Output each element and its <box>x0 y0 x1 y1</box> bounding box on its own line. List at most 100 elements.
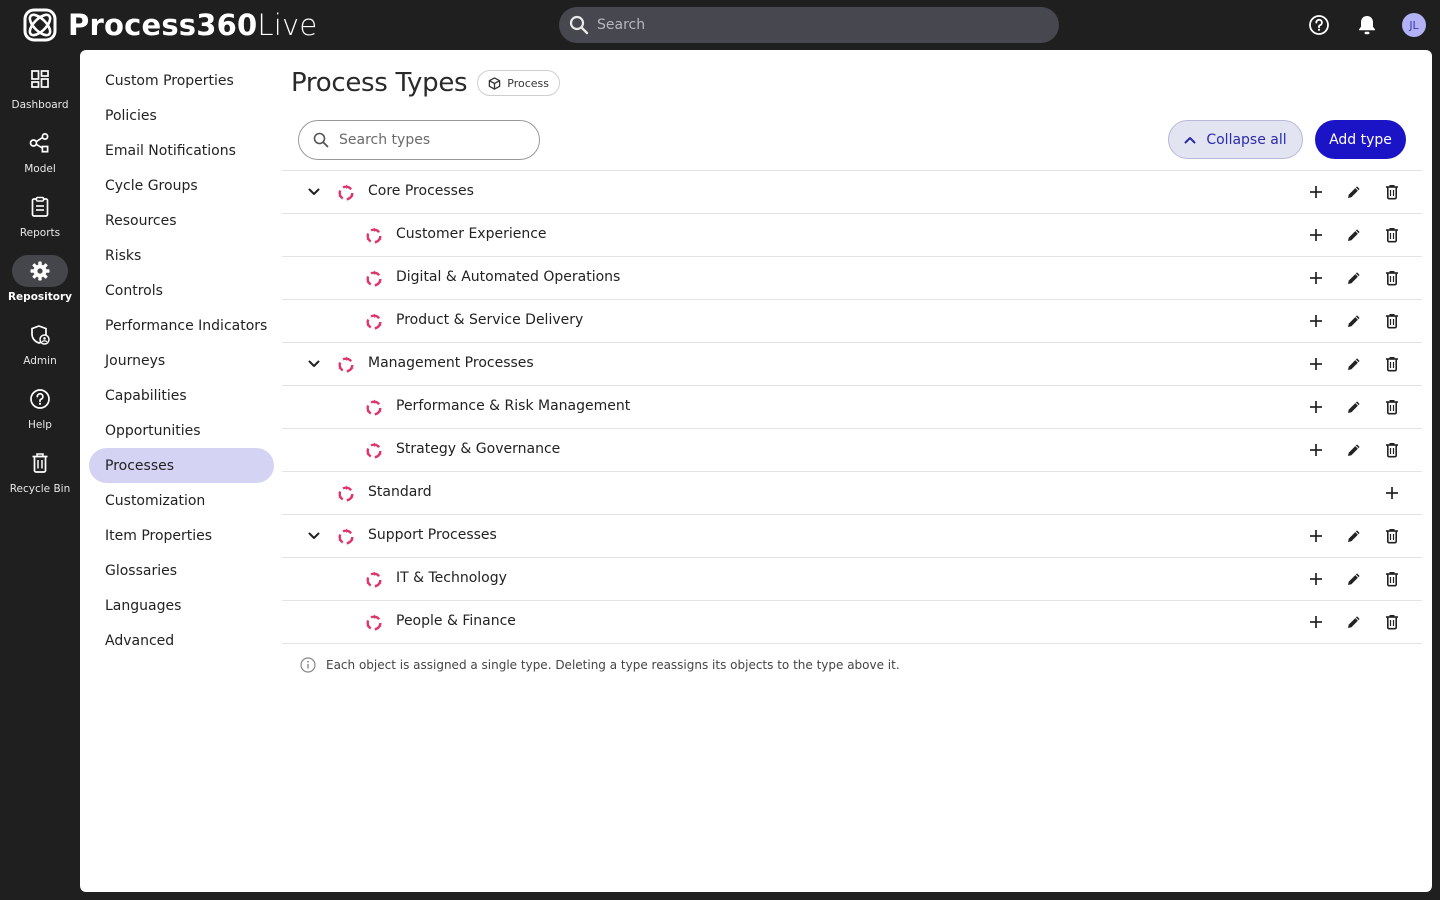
add-child-button[interactable] <box>1306 397 1326 417</box>
nav-item-risks[interactable]: Risks <box>89 238 274 273</box>
tree-row[interactable]: Performance & Risk Management <box>282 386 1422 429</box>
tree-row[interactable]: Standard <box>282 472 1422 515</box>
nav-item-languages[interactable]: Languages <box>89 588 274 623</box>
pencil-icon <box>1348 573 1360 585</box>
rail-item-reports[interactable]: Reports <box>0 191 80 251</box>
nav-item-policies[interactable]: Policies <box>89 98 274 133</box>
nav-item-advanced[interactable]: Advanced <box>89 623 274 658</box>
tree-row[interactable]: IT & Technology <box>282 558 1422 601</box>
app-logo[interactable]: Process360Live <box>22 7 317 43</box>
edit-button[interactable] <box>1344 268 1364 288</box>
type-search-input[interactable] <box>339 132 519 148</box>
user-avatar[interactable]: JL <box>1402 13 1426 37</box>
nav-item-performance-indicators[interactable]: Performance Indicators <box>89 308 274 343</box>
tree-row[interactable]: Core Processes <box>282 171 1422 214</box>
nav-item-email-notifications[interactable]: Email Notifications <box>89 133 274 168</box>
rail-item-admin[interactable]: Admin <box>0 319 80 379</box>
add-child-button[interactable] <box>1306 225 1326 245</box>
add-child-button[interactable] <box>1306 612 1326 632</box>
add-child-button[interactable] <box>1306 311 1326 331</box>
delete-button[interactable] <box>1382 268 1402 288</box>
plus-icon <box>1310 530 1322 542</box>
expand-toggle[interactable] <box>306 184 322 200</box>
tree-row[interactable]: Strategy & Governance <box>282 429 1422 472</box>
nav-item-cycle-groups[interactable]: Cycle Groups <box>89 168 274 203</box>
delete-button[interactable] <box>1382 397 1402 417</box>
nav-item-capabilities[interactable]: Capabilities <box>89 378 274 413</box>
collapse-all-button[interactable]: Collapse all <box>1168 120 1303 159</box>
add-child-button[interactable] <box>1306 268 1326 288</box>
add-child-button[interactable] <box>1306 440 1326 460</box>
nav-item-journeys[interactable]: Journeys <box>89 343 274 378</box>
global-search[interactable] <box>559 7 1059 43</box>
delete-button[interactable] <box>1382 354 1402 374</box>
add-type-button[interactable]: Add type <box>1315 120 1406 159</box>
add-child-button[interactable] <box>1306 526 1326 546</box>
nav-item-customization[interactable]: Customization <box>89 483 274 518</box>
rail-item-dashboard[interactable]: Dashboard <box>0 63 80 123</box>
trash-icon <box>1386 314 1398 329</box>
plus-icon <box>1310 358 1322 370</box>
trash-icon <box>1386 271 1398 286</box>
add-child-button[interactable] <box>1382 483 1402 503</box>
edit-button[interactable] <box>1344 182 1364 202</box>
type-search[interactable] <box>298 120 540 160</box>
trash-icon <box>1386 615 1398 630</box>
dashboard-icon <box>31 70 49 88</box>
type-label: Product & Service Delivery <box>396 312 584 328</box>
global-search-input[interactable] <box>597 17 1037 33</box>
delete-button[interactable] <box>1382 311 1402 331</box>
edit-button[interactable] <box>1344 569 1364 589</box>
rail-item-model[interactable]: Model <box>0 127 80 187</box>
nav-item-custom-properties[interactable]: Custom Properties <box>89 63 274 98</box>
nav-item-opportunities[interactable]: Opportunities <box>89 413 274 448</box>
object-type-chip: Process <box>477 70 560 96</box>
add-child-button[interactable] <box>1306 569 1326 589</box>
nav-item-processes[interactable]: Processes <box>89 448 274 483</box>
settings-nav: Custom Properties Policies Email Notific… <box>89 63 274 658</box>
tree-row[interactable]: People & Finance <box>282 601 1422 644</box>
delete-button[interactable] <box>1382 526 1402 546</box>
row-actions <box>1288 225 1402 245</box>
expand-toggle[interactable] <box>306 528 322 544</box>
model-icon <box>29 133 49 153</box>
process-type-icon <box>336 355 356 375</box>
edit-button[interactable] <box>1344 440 1364 460</box>
delete-button[interactable] <box>1382 440 1402 460</box>
rail-item-recycle-bin[interactable]: Recycle Bin <box>0 447 80 507</box>
tree-row[interactable]: Product & Service Delivery <box>282 300 1422 343</box>
delete-button[interactable] <box>1382 569 1402 589</box>
rail-item-repository[interactable]: Repository <box>0 255 80 315</box>
notifications-button[interactable] <box>1354 12 1380 38</box>
tree-row[interactable]: Support Processes <box>282 515 1422 558</box>
delete-button[interactable] <box>1382 225 1402 245</box>
tree-row[interactable]: Digital & Automated Operations <box>282 257 1422 300</box>
edit-button[interactable] <box>1344 526 1364 546</box>
expand-toggle[interactable] <box>306 356 322 372</box>
type-label: People & Finance <box>396 613 516 629</box>
edit-button[interactable] <box>1344 225 1364 245</box>
nav-item-item-properties[interactable]: Item Properties <box>89 518 274 553</box>
edit-button[interactable] <box>1344 397 1364 417</box>
help-button[interactable] <box>1306 12 1332 38</box>
edit-button[interactable] <box>1344 612 1364 632</box>
pencil-icon <box>1348 186 1360 198</box>
rail-item-help[interactable]: Help <box>0 383 80 443</box>
type-label: Core Processes <box>368 183 474 199</box>
nav-item-glossaries[interactable]: Glossaries <box>89 553 274 588</box>
trash-icon <box>1386 443 1398 458</box>
row-actions <box>1288 397 1402 417</box>
process-type-icon <box>364 441 384 461</box>
row-actions <box>1288 612 1402 632</box>
edit-button[interactable] <box>1344 354 1364 374</box>
delete-button[interactable] <box>1382 612 1402 632</box>
pencil-icon <box>1348 358 1360 370</box>
edit-button[interactable] <box>1344 311 1364 331</box>
tree-row[interactable]: Customer Experience <box>282 214 1422 257</box>
nav-item-controls[interactable]: Controls <box>89 273 274 308</box>
nav-item-resources[interactable]: Resources <box>89 203 274 238</box>
add-child-button[interactable] <box>1306 354 1326 374</box>
add-child-button[interactable] <box>1306 182 1326 202</box>
tree-row[interactable]: Management Processes <box>282 343 1422 386</box>
delete-button[interactable] <box>1382 182 1402 202</box>
